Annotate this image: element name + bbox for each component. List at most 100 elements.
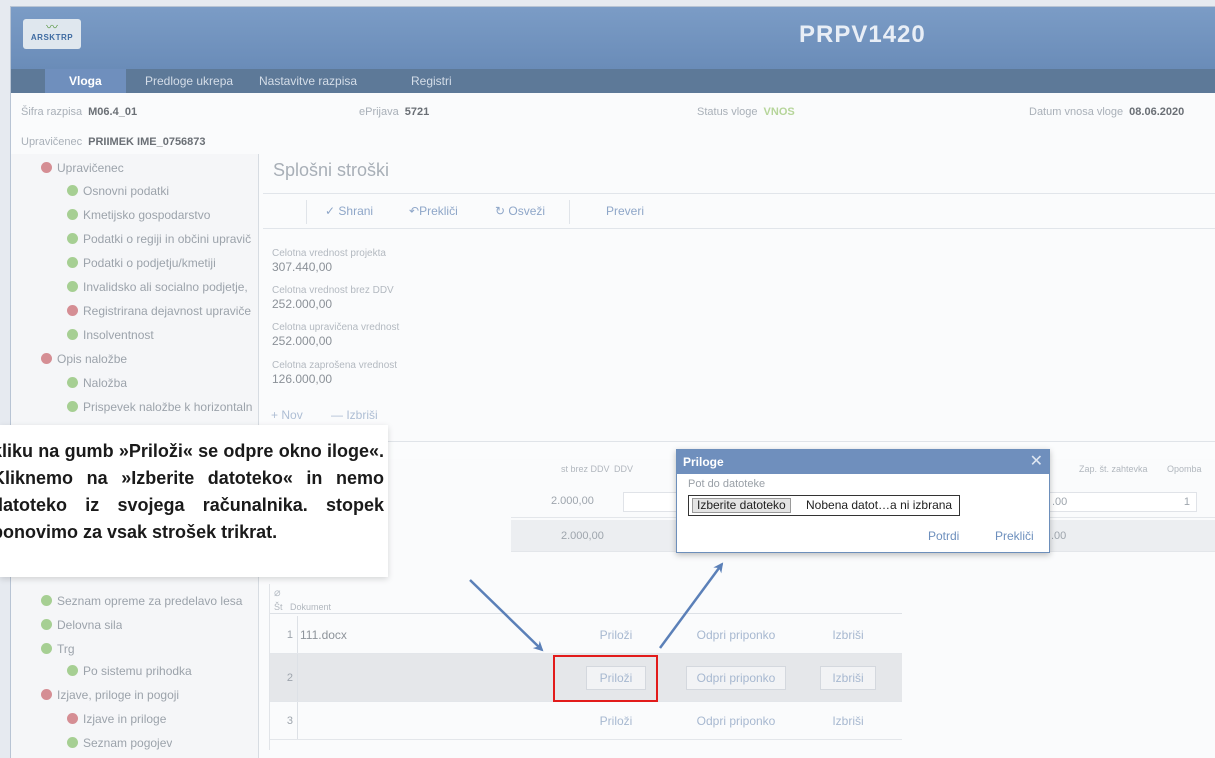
tree-item-opis-nalozbe[interactable]: Opis naložbe bbox=[41, 348, 127, 370]
confirm-button[interactable]: Potrdi bbox=[928, 529, 959, 543]
check-button[interactable]: Preveri bbox=[606, 204, 644, 218]
nav-tab-predloge-ukrepa[interactable]: Predloge ukrepa bbox=[131, 69, 247, 93]
open-attachment-button[interactable]: Odpri priponko bbox=[686, 710, 786, 734]
attach-button[interactable]: Priloži bbox=[586, 710, 646, 734]
toolbar: ✓ Shrani ↶Prekliči ↻ Osveži Preveri bbox=[263, 193, 1215, 229]
status-green-icon bbox=[67, 665, 78, 676]
status-green-icon bbox=[67, 281, 78, 292]
tree-item-nalozba[interactable]: Naložba bbox=[67, 372, 127, 394]
row-number: 2 bbox=[270, 654, 298, 701]
tree-item-podatki-o-podjetju[interactable]: Podatki o podjetju/kmetiji bbox=[67, 252, 216, 274]
attach-button[interactable]: Priloži bbox=[586, 624, 646, 648]
tree-item-seznam-pogojev[interactable]: Seznam pogojev bbox=[67, 732, 172, 754]
status-green-icon bbox=[41, 643, 52, 654]
status-green-icon bbox=[67, 737, 78, 748]
nav-tab-nastavitve-razpisa[interactable]: Nastavitve razpisa bbox=[245, 69, 371, 93]
field-label-brez-ddv: Celotna vrednost brez DDV bbox=[272, 285, 394, 296]
field-value-brez-ddv: 252.000,00 bbox=[272, 297, 333, 311]
document-name: 111.docx bbox=[300, 628, 347, 642]
open-attachment-button[interactable]: Odpri priponko bbox=[686, 624, 786, 648]
tree-item-upravicenec[interactable]: Upravičenec bbox=[41, 157, 124, 179]
tree-item-po-sistemu-prihodka[interactable]: Po sistemu prihodka bbox=[67, 660, 192, 682]
col-st: Št bbox=[274, 602, 283, 612]
tree-item-izjave-in-priloge[interactable]: Izjave in priloge bbox=[67, 708, 166, 730]
zap-input[interactable]: .00 1 bbox=[1047, 492, 1197, 512]
applicant-row: Upravičenec PRIIMEK IME_0756873 bbox=[11, 131, 1215, 153]
no-file-text: Nobena datot…a ni izbrana bbox=[806, 498, 953, 512]
app-title: PRPV1420 bbox=[799, 21, 926, 48]
datum-vnosa: Datum vnosa vloge 08.06.2020 bbox=[1029, 106, 1185, 118]
attachment-row: 3 Priloži Odpri priponko Izbriši bbox=[270, 702, 902, 740]
choose-file-button[interactable]: Izberite datoteko bbox=[692, 498, 791, 513]
instruction-text: kliku na gumb »Priloži« se odpre okno il… bbox=[0, 441, 384, 542]
row-number: 1 bbox=[270, 616, 298, 653]
nav-tab-registri[interactable]: Registri bbox=[397, 69, 466, 93]
status-green-icon bbox=[67, 377, 78, 388]
application-info-row: Šifra razpisa M06.4_01 ePrijava 5721 Statu… bbox=[11, 101, 1215, 123]
file-path-label: Pot do datoteke bbox=[688, 478, 766, 490]
app-window: 〰 ARSKTRP PRPV1420 Vloga Predloge ukrepa… bbox=[10, 6, 1215, 758]
refresh-icon: ↻ bbox=[495, 204, 506, 218]
tree-item-osnovni-podatki[interactable]: Osnovni podatki bbox=[67, 180, 169, 202]
dialog-header: Priloge ✕ bbox=[677, 450, 1049, 474]
nav-tab-vloga[interactable]: Vloga bbox=[45, 69, 126, 93]
status-green-icon bbox=[67, 185, 78, 196]
delete-attachment-button[interactable]: Izbriši bbox=[820, 666, 876, 690]
checkmark-icon: ✓ bbox=[325, 204, 336, 218]
row-value: 2.000,00 bbox=[551, 495, 594, 507]
status-red-icon bbox=[67, 713, 78, 724]
status-green-icon bbox=[41, 619, 52, 630]
status-red-icon bbox=[41, 162, 52, 173]
row-suffix: .00 bbox=[1051, 530, 1067, 542]
dialog-cancel-button[interactable]: Prekliči bbox=[995, 529, 1034, 543]
tree-item-seznam-opreme[interactable]: Seznam opreme za predelavo lesa bbox=[41, 590, 259, 612]
add-row-link[interactable]: + Nov bbox=[271, 408, 303, 422]
sifra-razpisa: Šifra razpisa M06.4_01 bbox=[21, 106, 138, 118]
upravicenec: Upravičenec PRIIMEK IME_0756873 bbox=[21, 136, 206, 148]
delete-attachment-button[interactable]: Izbriši bbox=[820, 710, 876, 734]
cancel-button[interactable]: ↶Prekliči bbox=[409, 204, 458, 218]
file-input[interactable]: Izberite datoteko Nobena datot…a ni izbr… bbox=[688, 495, 960, 516]
tree-item-insolventnost[interactable]: Insolventnost bbox=[67, 324, 154, 346]
col-brez-ddv: st brez DDV bbox=[561, 464, 610, 474]
col-ddv: DDV bbox=[614, 464, 634, 474]
status-green-icon bbox=[67, 257, 78, 268]
tree-item-kmetijsko-gospodarstvo[interactable]: Kmetijsko gospodarstvo bbox=[67, 204, 210, 226]
close-icon[interactable]: ✕ bbox=[1030, 450, 1043, 474]
tree-item-prispevek-nalozbe[interactable]: Prispevek naložbe k horizontaln bbox=[67, 396, 259, 418]
status-vloge: Status vloge VNOS bbox=[697, 106, 795, 118]
tree-item-registrirana-dejavnost[interactable]: Registrirana dejavnost upraviče bbox=[67, 300, 259, 322]
col-dokument: Dokument bbox=[290, 602, 332, 612]
ddv-input[interactable] bbox=[623, 492, 679, 512]
refresh-button[interactable]: ↻ Osveži bbox=[495, 204, 545, 218]
open-attachment-button[interactable]: Odpri priponko bbox=[686, 666, 786, 690]
tree-item-invalidsko-podjetje[interactable]: Invalidsko ali socialno podjetje, bbox=[67, 276, 259, 298]
row-number: 3 bbox=[270, 702, 298, 739]
status-green-icon bbox=[67, 233, 78, 244]
tree-item-trg[interactable]: Trg bbox=[41, 638, 75, 660]
eprijava: ePrijava 5721 bbox=[359, 106, 430, 118]
field-label-projekt: Celotna vrednost projekta bbox=[272, 248, 386, 259]
app-logo: 〰 ARSKTRP bbox=[23, 19, 81, 49]
field-value-projekt: 307.440,00 bbox=[272, 260, 333, 274]
undo-icon: ↶ bbox=[409, 204, 420, 218]
col-opomba: Opomba bbox=[1167, 464, 1202, 474]
field-value-upravicena: 252.000,00 bbox=[272, 334, 333, 348]
page-title: Splošni stroški bbox=[273, 160, 390, 180]
instruction-callout: kliku na gumb »Priloži« se odpre okno il… bbox=[0, 425, 388, 577]
logo-text: ARSKTRP bbox=[30, 33, 74, 42]
delete-row-link[interactable]: — Izbriši bbox=[331, 408, 378, 422]
main-nav: Vloga Predloge ukrepa Nastavitve razpisa… bbox=[11, 69, 1215, 93]
status-red-icon bbox=[67, 305, 78, 316]
tree-item-podatki-o-regiji[interactable]: Podatki o regiji in občini upravič bbox=[67, 228, 259, 250]
col-zap-st-zahtevka: Zap. št. zahtevka bbox=[1079, 464, 1148, 474]
attachment-row: 1 111.docx Priloži Odpri priponko Izbriš… bbox=[270, 616, 902, 654]
status-green-icon bbox=[41, 595, 52, 606]
status-red-icon bbox=[41, 689, 52, 700]
tree-item-izjave-priloge-pogoji[interactable]: Izjave, priloge in pogoji bbox=[41, 684, 179, 706]
save-button[interactable]: ✓ Shrani bbox=[325, 204, 373, 218]
tree-item-delovna-sila[interactable]: Delovna sila bbox=[41, 614, 122, 636]
delete-attachment-button[interactable]: Izbriši bbox=[820, 624, 876, 648]
dialog-title: Priloge bbox=[683, 455, 724, 469]
plus-icon: + bbox=[271, 408, 279, 422]
